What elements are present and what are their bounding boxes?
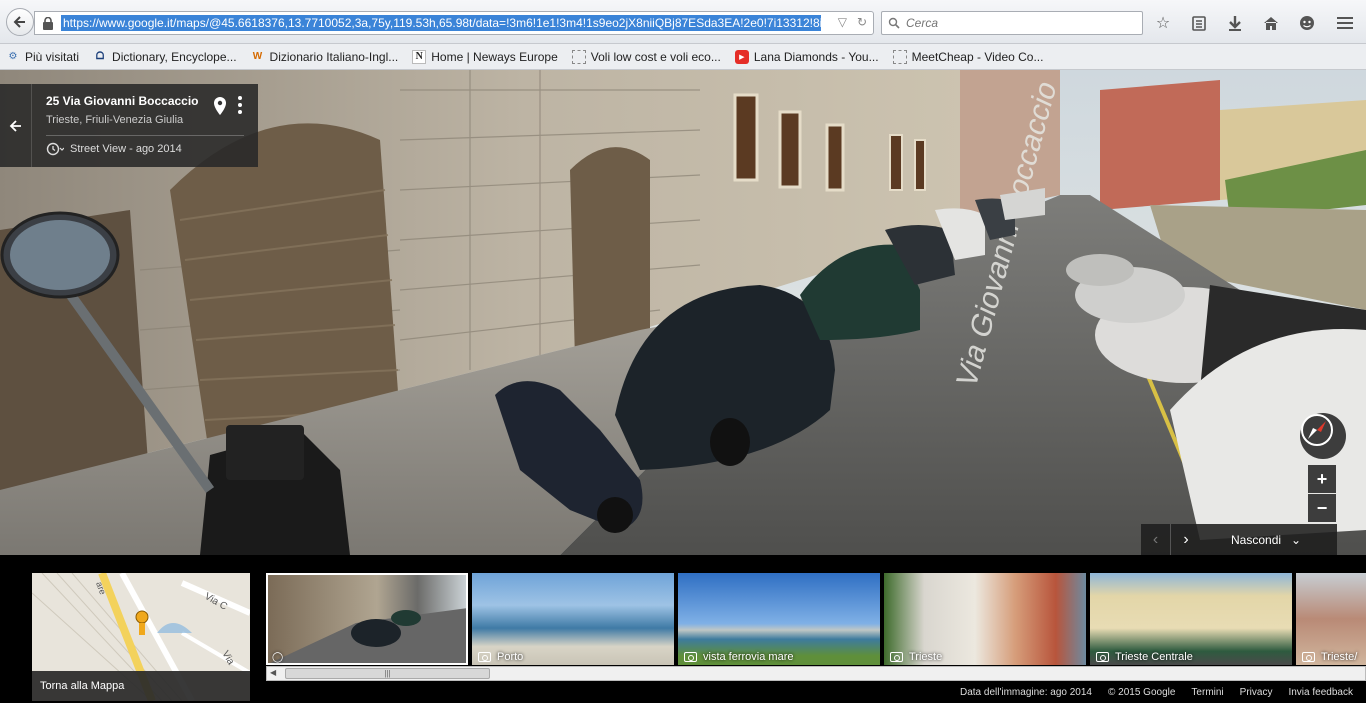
bookmark-meetcheap[interactable]: MeetCheap - Video Co...: [892, 49, 1043, 64]
search-bar[interactable]: [881, 11, 1143, 35]
place-info-card: 25 Via Giovanni Boccaccio Trieste, Friul…: [0, 84, 258, 167]
bookmark-neways[interactable]: N Home | Neways Europe: [412, 49, 558, 64]
image-date: Data dell'immagine: ago 2014: [960, 687, 1092, 698]
thumbnail-current[interactable]: ◯: [266, 573, 468, 665]
bookmark-dictionary[interactable]: ᗝ Dictionary, Encyclope...: [93, 50, 237, 64]
bookmarks-bar: ⚙ Più visitati ᗝ Dictionary, Encyclope..…: [0, 44, 1366, 70]
copyright: © 2015 Google: [1108, 687, 1176, 698]
n-icon: N: [412, 49, 427, 64]
scroll-left-icon[interactable]: ◀: [270, 668, 276, 677]
place-title: 25 Via Giovanni Boccaccio: [46, 94, 199, 108]
reload-icon[interactable]: ↻: [857, 15, 867, 29]
arrow-left-icon: [9, 119, 21, 132]
page-icon: [892, 49, 907, 64]
thumbnail-trieste[interactable]: Trieste: [884, 573, 1086, 665]
bookmarks-list-icon[interactable]: [1188, 12, 1210, 34]
thumbnail-row: ◯ Porto vista ferrovia mare Trieste Trie…: [266, 573, 1366, 665]
url-bar[interactable]: https://www.google.it/maps/@45.6618376,1…: [34, 11, 874, 35]
capture-date: Street View - ago 2014: [70, 143, 182, 155]
zoom-out-button[interactable]: −: [1308, 494, 1336, 522]
menu-icon[interactable]: [1334, 12, 1356, 34]
dictionary-icon: ᗝ: [95, 51, 105, 62]
back-to-map-label[interactable]: Torna alla Mappa: [32, 671, 250, 701]
thumbnail-porto[interactable]: Porto: [472, 573, 674, 665]
camera-icon: [890, 652, 903, 662]
compass-icon: [1301, 414, 1333, 446]
social-icon[interactable]: [1296, 12, 1318, 34]
chevron-right-icon[interactable]: ›: [1171, 524, 1201, 555]
clock-history-icon: [46, 142, 64, 156]
hide-button[interactable]: Nascondi: [1231, 533, 1281, 547]
thumbnail-image: [266, 608, 468, 665]
thumbnail-trieste-centrale[interactable]: Trieste Centrale: [1090, 573, 1292, 665]
camera-icon: [478, 652, 491, 662]
search-input[interactable]: [906, 16, 1126, 30]
search-icon: [888, 17, 900, 29]
camera-icon: [1096, 652, 1109, 662]
thumbnail-trieste-2[interactable]: Trieste/: [1296, 573, 1366, 665]
bookmark-lana[interactable]: ▶ Lana Diamonds - You...: [734, 49, 879, 64]
home-icon[interactable]: [1260, 12, 1282, 34]
camera-icon: [684, 652, 697, 662]
wr-icon: W: [252, 51, 263, 62]
browser-toolbar: https://www.google.it/maps/@45.6618376,1…: [0, 0, 1366, 44]
map-pin-icon[interactable]: [212, 96, 228, 116]
time-machine-button[interactable]: Street View - ago 2014: [46, 142, 182, 156]
bookmark-star-icon[interactable]: ☆: [1152, 12, 1174, 34]
feedback-link[interactable]: Invia feedback: [1288, 687, 1353, 698]
chevron-left-icon[interactable]: ‹: [1141, 524, 1171, 555]
photo-filmstrip: Via C Via are Torna alla Mappa ◯ Porto v…: [0, 555, 1366, 703]
page-icon: [571, 49, 586, 64]
camera-icon: [1302, 652, 1315, 662]
gear-icon: ⚙: [8, 51, 18, 62]
more-options-icon[interactable]: [236, 96, 244, 116]
minimap[interactable]: Via C Via are Torna alla Mappa: [32, 573, 250, 701]
footer-links: Data dell'immagine: ago 2014 © 2015 Goog…: [960, 687, 1353, 698]
terms-link[interactable]: Termini: [1191, 687, 1223, 698]
filmstrip-nav: ‹ › Nascondi ⌄: [1141, 524, 1337, 555]
divider: [46, 135, 244, 136]
back-button[interactable]: [6, 8, 34, 36]
privacy-link[interactable]: Privacy: [1240, 687, 1273, 698]
street-view-360-icon: ◯: [272, 652, 284, 663]
lock-icon: [41, 16, 55, 30]
filmstrip-scrollbar[interactable]: ◀ |||: [266, 666, 1366, 681]
place-subtitle: Trieste, Friuli-Venezia Giulia: [46, 114, 184, 126]
dropdown-icon[interactable]: ▽: [838, 15, 847, 29]
bookmark-wordreference[interactable]: W Dizionario Italiano-Ingl...: [251, 50, 398, 64]
zoom-in-button[interactable]: +: [1308, 465, 1336, 493]
youtube-icon: ▶: [734, 49, 749, 64]
double-chevron-down-icon[interactable]: ⌄: [1291, 533, 1301, 547]
download-icon[interactable]: [1224, 12, 1246, 34]
arrow-left-icon: [13, 16, 25, 28]
scrollbar-thumb[interactable]: |||: [285, 668, 490, 679]
back-to-map-button[interactable]: [0, 84, 32, 167]
url-text[interactable]: https://www.google.it/maps/@45.6618376,1…: [61, 15, 821, 31]
thumbnail-vista-ferrovia[interactable]: vista ferrovia mare: [678, 573, 880, 665]
bookmark-most-visited[interactable]: ⚙ Più visitati: [6, 50, 80, 64]
bookmark-voli[interactable]: Voli low cost e voli eco...: [571, 49, 721, 64]
compass-button[interactable]: [1300, 413, 1346, 459]
